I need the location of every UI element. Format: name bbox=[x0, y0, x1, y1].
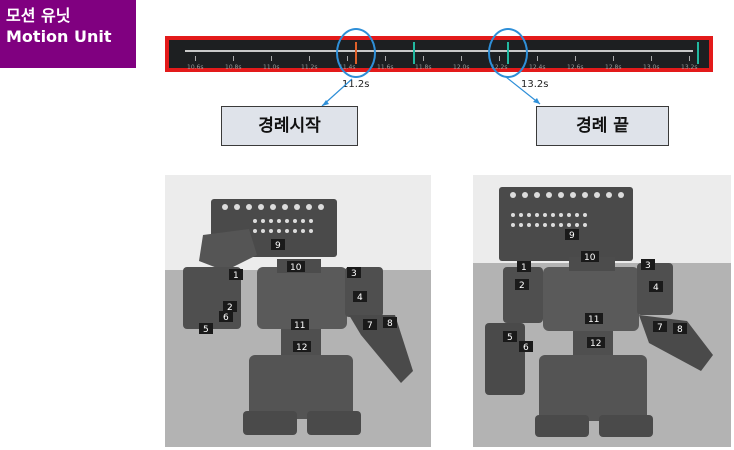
timeline-tick-label: 11.0s bbox=[263, 64, 280, 71]
motion-unit-title: 모션 유닛 Motion Unit bbox=[0, 0, 136, 68]
robot-pose-start-view: 9 10 1 3 4 2 6 5 11 7 8 12 bbox=[165, 175, 431, 447]
end-callout: 경례 끝 bbox=[536, 106, 669, 146]
timeline-track[interactable] bbox=[185, 50, 693, 52]
joint-tag: 12 bbox=[296, 343, 307, 353]
joint-tag: 3 bbox=[351, 269, 357, 279]
timeline-tick-label: 10.8s bbox=[225, 64, 242, 71]
timeline-tick-label: 10.6s bbox=[187, 64, 204, 71]
joint-tag: 1 bbox=[521, 263, 527, 273]
joint-tag: 3 bbox=[645, 261, 651, 271]
joint-tag: 11 bbox=[294, 321, 305, 331]
joint-tag: 7 bbox=[657, 323, 663, 333]
robot-pose-end-view: 9 10 1 3 2 4 11 7 8 5 12 6 bbox=[473, 175, 731, 447]
timeline-tick bbox=[651, 56, 652, 61]
joint-tag: 10 bbox=[290, 263, 302, 273]
joint-tag: 11 bbox=[588, 315, 599, 325]
joint-tag: 2 bbox=[519, 281, 525, 291]
joint-tag: 8 bbox=[387, 319, 393, 329]
title-english: Motion Unit bbox=[6, 27, 112, 46]
timeline-tick-label: 11.6s bbox=[377, 64, 394, 71]
end-time-label: 13.2s bbox=[521, 79, 549, 90]
joint-tag: 1 bbox=[233, 271, 239, 281]
timeline-tick-label: 12.4s bbox=[529, 64, 546, 71]
timeline-tick bbox=[233, 56, 234, 61]
timeline-tick bbox=[271, 56, 272, 61]
timeline-tick-label: 13.2s bbox=[681, 64, 698, 71]
joint-tag: 9 bbox=[569, 231, 575, 241]
timeline-ticks: 10.6s 10.8s 11.0s 11.2s 11.4s 11.6s 11.8s 12.0s… bbox=[169, 56, 709, 71]
timeline-tick bbox=[613, 56, 614, 61]
joint-tag: 5 bbox=[203, 325, 209, 335]
timeline-tick-label: 12.0s bbox=[453, 64, 470, 71]
joint-tag: 5 bbox=[507, 333, 513, 343]
joint-tag: 4 bbox=[357, 293, 363, 303]
joint-tag: 9 bbox=[275, 241, 281, 251]
start-callout: 경례시작 bbox=[221, 106, 358, 146]
joint-tag: 8 bbox=[677, 325, 683, 335]
timeline-tick bbox=[309, 56, 310, 61]
joint-tag: 12 bbox=[590, 339, 601, 349]
joint-tag: 7 bbox=[367, 321, 373, 331]
joint-tag: 6 bbox=[523, 343, 529, 353]
timeline-marker-last[interactable] bbox=[697, 42, 699, 64]
timeline-tick bbox=[385, 56, 386, 61]
timeline-tick bbox=[575, 56, 576, 61]
end-highlight-ellipse bbox=[488, 28, 528, 78]
joint-tag: 6 bbox=[223, 313, 229, 323]
timeline-tick bbox=[423, 56, 424, 61]
timeline-tick-label: 11.8s bbox=[415, 64, 432, 71]
timeline-tick-label: 13.0s bbox=[643, 64, 660, 71]
timeline-tick-label: 11.2s bbox=[301, 64, 318, 71]
timeline-tick-label: 12.6s bbox=[567, 64, 584, 71]
timeline-tick-label: 12.8s bbox=[605, 64, 622, 71]
timeline-tick bbox=[537, 56, 538, 61]
start-highlight-ellipse bbox=[336, 28, 376, 78]
timeline-marker-mid[interactable] bbox=[413, 42, 415, 64]
motion-timeline[interactable]: 10.6s 10.8s 11.0s 11.2s 11.4s 11.6s 11.8s 12.0s… bbox=[165, 36, 713, 72]
timeline-tick bbox=[195, 56, 196, 61]
joint-tag: 10 bbox=[584, 253, 596, 263]
title-korean: 모션 유닛 bbox=[6, 6, 71, 25]
joint-tag: 4 bbox=[653, 283, 659, 293]
timeline-tick bbox=[461, 56, 462, 61]
start-time-label: 11.2s bbox=[342, 79, 370, 90]
timeline-tick bbox=[689, 56, 690, 61]
